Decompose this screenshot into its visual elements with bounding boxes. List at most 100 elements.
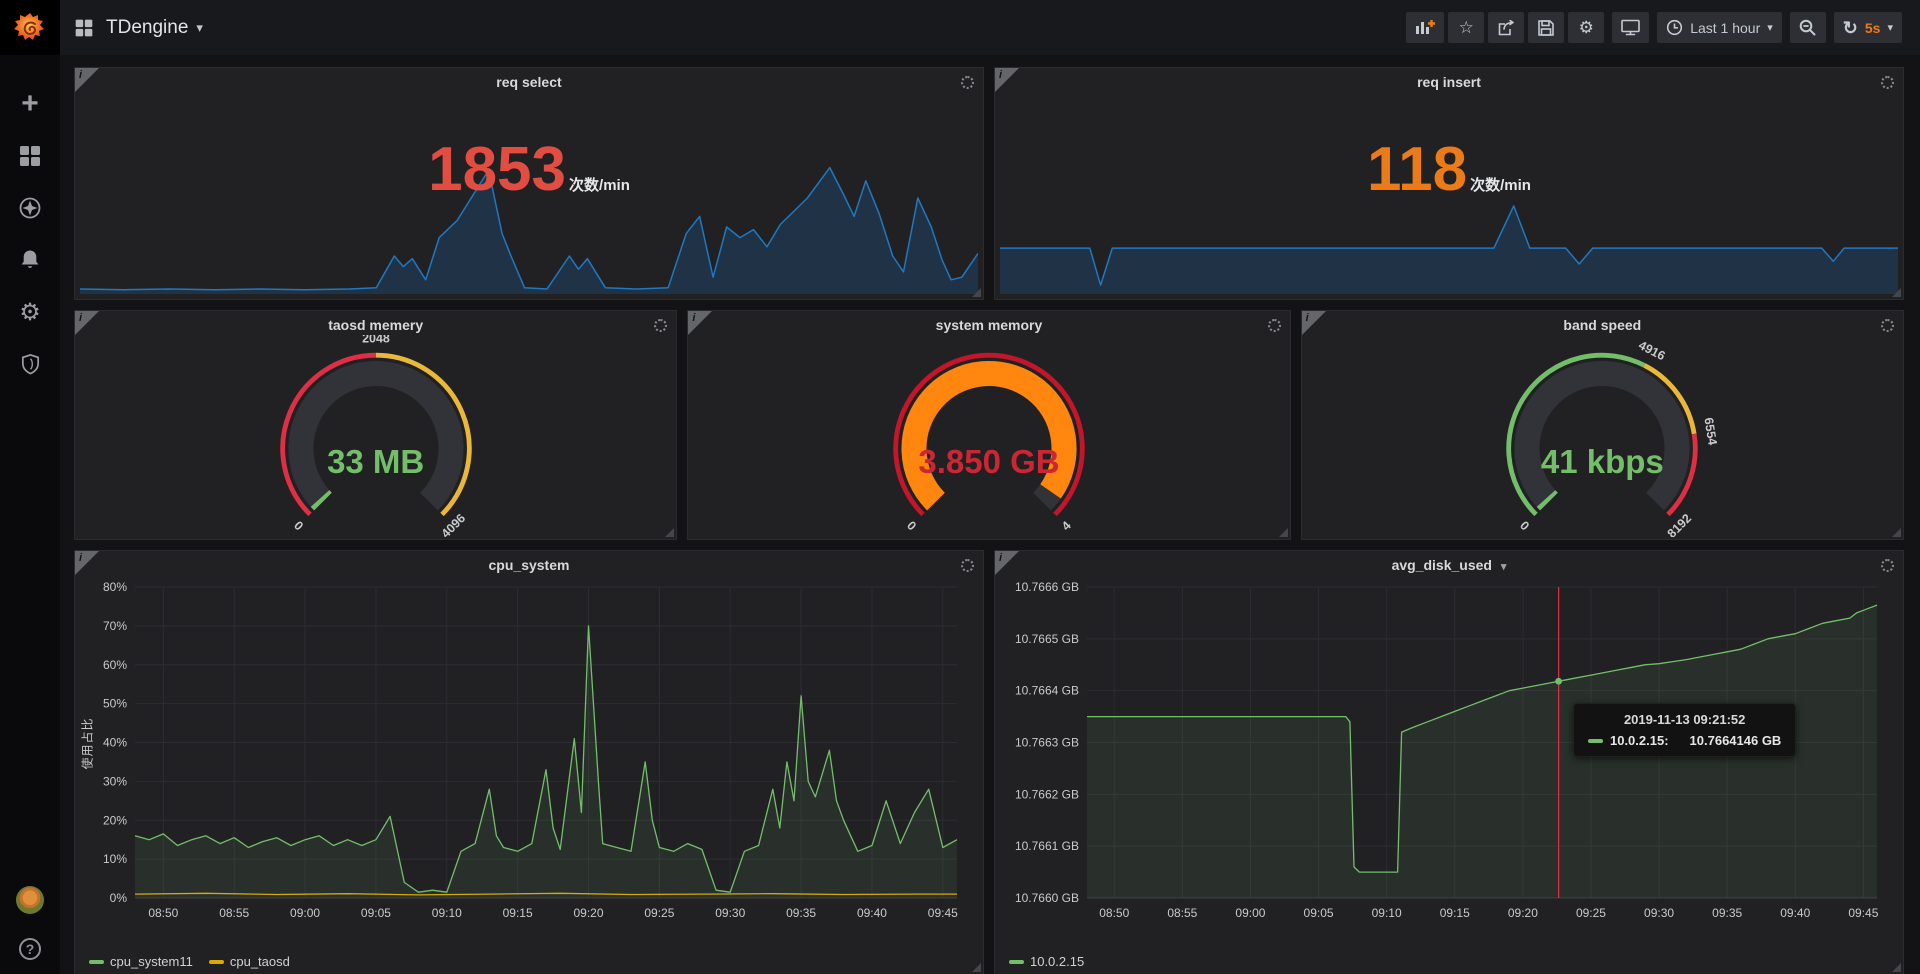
panel-title[interactable]: band speed — [1302, 311, 1903, 339]
panel-title[interactable]: req select — [75, 68, 983, 96]
legend-item[interactable]: cpu_system11 — [89, 954, 193, 969]
svg-text:09:10: 09:10 — [1372, 906, 1402, 920]
panel-resize-handle[interactable] — [1279, 528, 1288, 537]
panel-info-corner[interactable]: i — [75, 311, 99, 335]
panel-info-corner[interactable]: i — [995, 551, 1019, 575]
legend-label: cpu_taosd — [230, 954, 290, 969]
svg-text:10.7664 GB: 10.7664 GB — [1015, 684, 1079, 698]
timeseries-chart[interactable]: 10.7666 GB10.7665 GB10.7664 GB10.7663 GB… — [1003, 577, 1895, 928]
loading-spinner-icon — [961, 559, 974, 572]
svg-text:09:35: 09:35 — [786, 906, 816, 920]
info-icon: i — [79, 312, 82, 324]
panel-info-corner[interactable]: i — [688, 311, 712, 335]
panel-title[interactable]: cpu_system — [75, 551, 983, 579]
refresh-interval-label[interactable]: 5s — [1865, 20, 1881, 36]
panel-title[interactable]: taosd memery — [75, 311, 676, 339]
star-dashboard-button[interactable]: ☆ — [1448, 12, 1484, 43]
info-icon: i — [79, 552, 82, 564]
dashboard-grid-icon[interactable] — [74, 18, 94, 38]
svg-text:09:05: 09:05 — [1304, 906, 1334, 920]
panel-title-text: avg_disk_used — [1392, 557, 1492, 573]
svg-text:4916: 4916 — [1637, 338, 1668, 363]
dashboard-grid: i req select 1853 次数/min i req insert 11… — [60, 55, 1920, 974]
chevron-down-icon: ▾ — [1767, 21, 1773, 34]
svg-text:30%: 30% — [103, 774, 127, 788]
save-dashboard-button[interactable] — [1528, 12, 1564, 43]
plus-icon: + — [21, 93, 39, 115]
legend-color-swatch — [209, 960, 224, 964]
refresh-button[interactable]: ↻ 5s ▾ — [1834, 12, 1902, 43]
panel-title[interactable]: system memory — [688, 311, 1289, 339]
loading-spinner-icon — [1268, 319, 1281, 332]
gauge: 020484096 — [216, 335, 536, 537]
svg-text:09:40: 09:40 — [857, 906, 887, 920]
user-avatar[interactable] — [16, 886, 44, 914]
time-range-picker[interactable]: Last 1 hour ▾ — [1657, 12, 1782, 43]
sidebar-item-alerting[interactable] — [17, 247, 43, 273]
star-icon: ☆ — [1459, 19, 1474, 36]
cycle-view-mode-button[interactable] — [1612, 12, 1649, 43]
dashboard-title[interactable]: TDengine — [106, 17, 188, 39]
panel-title[interactable]: avg_disk_used ▾ — [995, 551, 1903, 579]
shield-icon — [19, 352, 42, 376]
svg-text:09:00: 09:00 — [1235, 906, 1265, 920]
question-icon: ? — [26, 941, 35, 957]
svg-text:09:45: 09:45 — [928, 906, 958, 920]
zoom-out-time-button[interactable] — [1790, 12, 1826, 43]
legend-item[interactable]: cpu_taosd — [209, 954, 290, 969]
sidebar-item-explore[interactable] — [17, 195, 43, 221]
loading-spinner-icon — [1881, 559, 1894, 572]
panel-resize-handle[interactable] — [1892, 963, 1901, 972]
svg-text:09:45: 09:45 — [1848, 906, 1878, 920]
panel-info-corner[interactable]: i — [1302, 311, 1326, 335]
dashboard-settings-button[interactable]: ⚙ — [1568, 12, 1604, 43]
panel-cpu-system: i cpu_system 使用占比 80%70%60%50%40%30%20%1… — [74, 550, 984, 974]
sidebar-item-configuration[interactable]: ⚙ — [17, 299, 43, 325]
navbar: TDengine ▾ ☆ — [60, 0, 1920, 55]
grafana-logo-icon — [13, 11, 47, 45]
svg-text:09:30: 09:30 — [1644, 906, 1674, 920]
help-button[interactable]: ? — [19, 938, 41, 960]
monitor-icon — [1621, 19, 1640, 36]
sidebar-item-create[interactable]: + — [17, 91, 43, 117]
svg-text:09:05: 09:05 — [361, 906, 391, 920]
grafana-logo[interactable] — [0, 0, 60, 55]
panel-menu-caret-icon[interactable]: ▾ — [1501, 561, 1507, 573]
search-minus-icon — [1799, 19, 1816, 36]
add-panel-button[interactable] — [1406, 12, 1444, 43]
svg-text:0: 0 — [1517, 519, 1532, 534]
sidebar-item-server-admin[interactable] — [17, 351, 43, 377]
save-icon — [1538, 20, 1554, 36]
panel-info-corner[interactable]: i — [995, 68, 1019, 92]
sidebar-item-dashboards[interactable] — [17, 143, 43, 169]
svg-text:60%: 60% — [103, 658, 127, 672]
gauge: 04 — [829, 335, 1149, 537]
sparkline — [1000, 160, 1898, 294]
svg-text:40%: 40% — [103, 736, 127, 750]
timeseries-chart[interactable]: 使用占比 80%70%60%50%40%30%20%10%0%08:5008:5… — [83, 577, 975, 928]
panel-title[interactable]: req insert — [995, 68, 1903, 96]
panel-resize-handle[interactable] — [972, 963, 981, 972]
panel-resize-handle[interactable] — [665, 528, 674, 537]
dashboards-grid-icon — [18, 144, 42, 168]
legend-item[interactable]: 10.0.2.15 — [1009, 954, 1084, 969]
panel-avg-disk-used: i avg_disk_used ▾ 10.7666 GB10.7665 GB10… — [994, 550, 1904, 974]
share-dashboard-button[interactable] — [1488, 12, 1524, 43]
panel-resize-handle[interactable] — [1892, 528, 1901, 537]
svg-text:50%: 50% — [103, 697, 127, 711]
svg-text:20%: 20% — [103, 813, 127, 827]
svg-text:10.7661 GB: 10.7661 GB — [1015, 839, 1079, 853]
info-icon: i — [692, 312, 695, 324]
legend-label: cpu_system11 — [110, 954, 193, 969]
legend-color-swatch — [89, 960, 104, 964]
panel-info-corner[interactable]: i — [75, 68, 99, 92]
info-icon: i — [79, 69, 82, 81]
svg-text:09:30: 09:30 — [715, 906, 745, 920]
dashboard-title-caret-icon[interactable]: ▾ — [196, 20, 203, 36]
svg-text:09:25: 09:25 — [644, 906, 674, 920]
panel-resize-handle[interactable] — [1892, 288, 1901, 297]
panel-resize-handle[interactable] — [972, 288, 981, 297]
share-icon — [1498, 20, 1515, 36]
panel-info-corner[interactable]: i — [75, 551, 99, 575]
chevron-down-icon[interactable]: ▾ — [1887, 21, 1893, 34]
